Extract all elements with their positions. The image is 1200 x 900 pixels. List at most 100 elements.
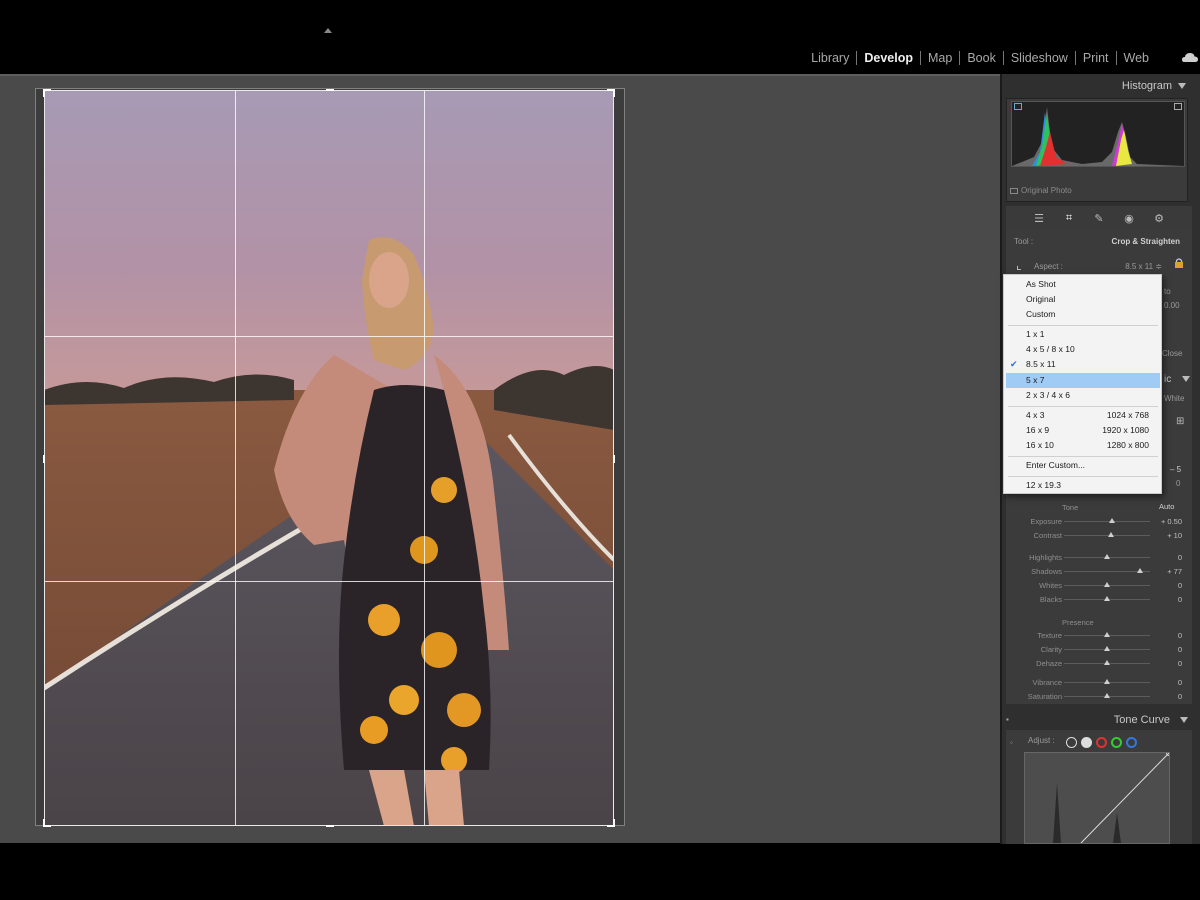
green-channel-icon[interactable]	[1111, 737, 1122, 749]
shadow-clipping-icon[interactable]	[1014, 103, 1022, 110]
crop-handle-bottom[interactable]	[326, 825, 334, 827]
slider-value[interactable]: 0	[1178, 581, 1182, 590]
slider-clarity[interactable]: Clarity 0	[1006, 644, 1192, 656]
module-slideshow[interactable]: Slideshow	[1004, 51, 1076, 65]
menu-item-custom[interactable]: Custom	[1004, 307, 1161, 322]
slider-knob[interactable]	[1104, 554, 1110, 559]
module-book[interactable]: Book	[960, 51, 1004, 65]
tone-curve-graph[interactable]	[1024, 750, 1172, 844]
menu-item-16x10[interactable]: 16 x 10 1280 x 800	[1004, 438, 1161, 453]
menu-item-5x7[interactable]: 5 x 7	[1006, 373, 1160, 388]
crop-handle-right[interactable]	[613, 455, 615, 463]
red-channel-icon[interactable]	[1096, 737, 1107, 749]
crop-grid-line	[235, 91, 236, 825]
sliders-icon[interactable]: ☰	[1032, 212, 1046, 225]
slider-knob[interactable]	[1104, 646, 1110, 651]
masking-icon[interactable]: ⚙	[1152, 212, 1166, 225]
histogram-graph[interactable]	[1011, 101, 1185, 167]
slider-value[interactable]: 0	[1178, 692, 1182, 701]
histogram-header[interactable]: Histogram	[1004, 76, 1192, 96]
slider-value[interactable]: 0	[1178, 659, 1182, 668]
slider-knob[interactable]	[1136, 568, 1143, 573]
highlight-clipping-icon[interactable]	[1174, 103, 1182, 110]
menu-item-recent-custom[interactable]: 12 x 19.3	[1004, 478, 1161, 493]
module-print[interactable]: Print	[1076, 51, 1117, 65]
crop-handle-top-left[interactable]	[43, 89, 51, 97]
slider-saturation[interactable]: Saturation 0	[1006, 691, 1192, 703]
target-adjust-icon[interactable]: ◦	[1010, 738, 1013, 747]
crop-overlay[interactable]	[43, 89, 615, 827]
slider-knob[interactable]	[1104, 693, 1110, 698]
slider-dehaze[interactable]: Dehaze 0	[1006, 658, 1192, 670]
menu-item-16x9[interactable]: 16 x 9 1920 x 1080	[1004, 423, 1161, 438]
rgb-channel-icon[interactable]	[1081, 737, 1092, 749]
slider-blacks[interactable]: Blacks 0	[1006, 594, 1192, 606]
module-web[interactable]: Web	[1117, 51, 1156, 65]
module-develop[interactable]: Develop	[857, 51, 921, 65]
slider-knob[interactable]	[1108, 532, 1115, 537]
module-library[interactable]: Library	[804, 51, 858, 65]
slider-whites[interactable]: Whites 0	[1006, 580, 1192, 592]
cloud-icon[interactable]	[1182, 53, 1198, 62]
collapse-triangle-icon[interactable]	[1178, 83, 1186, 89]
crop-handle-bottom-right[interactable]	[607, 819, 615, 827]
slider-value[interactable]: 0	[1178, 553, 1182, 562]
lock-icon[interactable]	[1174, 258, 1184, 268]
slider-highlights[interactable]: Highlights 0	[1006, 552, 1192, 564]
white-balance-partial[interactable]: White	[1164, 394, 1184, 403]
menu-item-enter-custom[interactable]: Enter Custom...	[1004, 458, 1161, 473]
slider-texture[interactable]: Texture 0	[1006, 630, 1192, 642]
slider-value[interactable]: + 0.50	[1161, 517, 1182, 526]
crop-handle-left[interactable]	[43, 455, 45, 463]
crop-handle-top-right[interactable]	[607, 89, 615, 97]
slider-knob[interactable]	[1109, 518, 1116, 523]
slider-track[interactable]	[1064, 535, 1150, 536]
aspect-select[interactable]: 8.5 x 11 ≑	[1125, 262, 1162, 271]
tone-curve-header[interactable]: ▪ Tone Curve	[1006, 710, 1192, 730]
auto-straighten-partial[interactable]: to	[1164, 287, 1171, 296]
close-crop-button[interactable]: Close	[1162, 349, 1182, 358]
collapse-triangle-icon[interactable]	[1182, 376, 1190, 382]
menu-item-1x1[interactable]: 1 x 1	[1004, 327, 1161, 342]
crop-tool-icon[interactable]: ⌗	[1062, 212, 1076, 225]
menu-item-label: 16 x 10	[1026, 440, 1054, 450]
slider-shadows[interactable]: Shadows + 77	[1006, 566, 1192, 578]
slider-knob[interactable]	[1104, 596, 1110, 601]
menu-item-4x5[interactable]: 4 x 5 / 8 x 10	[1004, 342, 1161, 357]
auto-tone-button[interactable]: Auto	[1159, 502, 1174, 511]
menu-item-as-shot[interactable]: As Shot	[1004, 277, 1161, 292]
angle-value[interactable]: 0.00	[1164, 301, 1180, 310]
crop-handle-top[interactable]	[326, 89, 334, 91]
slider-value[interactable]: 0	[1178, 645, 1182, 654]
red-eye-icon[interactable]: ◉	[1122, 212, 1136, 225]
slider-knob[interactable]	[1104, 582, 1110, 587]
slider-vibrance[interactable]: Vibrance 0	[1006, 677, 1192, 689]
slider-knob[interactable]	[1104, 679, 1110, 684]
slider-value[interactable]: 0	[1178, 631, 1182, 640]
slider-knob[interactable]	[1104, 660, 1110, 665]
panel-switch-icon[interactable]: ▪	[1006, 715, 1009, 724]
point-curve-icon[interactable]	[1066, 737, 1077, 749]
slider-exposure[interactable]: Exposure + 0.50	[1006, 516, 1192, 528]
slider-contrast[interactable]: Contrast + 10	[1006, 530, 1192, 542]
menu-item-original[interactable]: Original	[1004, 292, 1161, 307]
crop-handle-bottom-left[interactable]	[43, 819, 51, 827]
menu-item-4x3[interactable]: 4 x 3 1024 x 768	[1004, 408, 1161, 423]
slider-value[interactable]: 0	[1178, 678, 1182, 687]
slider-knob[interactable]	[1104, 632, 1110, 637]
top-panel-toggle-icon[interactable]	[324, 28, 332, 33]
menu-item-2x3[interactable]: 2 x 3 / 4 x 6	[1004, 388, 1161, 403]
module-map[interactable]: Map	[921, 51, 961, 65]
collapse-triangle-icon[interactable]	[1180, 717, 1188, 723]
slider-value[interactable]: + 10	[1167, 531, 1182, 540]
healing-brush-icon[interactable]: ✎	[1092, 212, 1106, 225]
original-photo-toggle[interactable]: Original Photo	[1010, 186, 1072, 195]
blue-channel-icon[interactable]	[1126, 737, 1137, 749]
slider-track[interactable]	[1064, 521, 1150, 522]
slider-value[interactable]: + 77	[1167, 567, 1182, 576]
crop-frame-icon[interactable]: ⌞	[1016, 258, 1022, 272]
tool-name: Crop & Straighten	[1111, 237, 1180, 246]
menu-item-8.5x11-row[interactable]: ✔ 8.5 x 11	[1004, 357, 1161, 372]
grid-view-icon[interactable]: ⊞	[1176, 416, 1184, 427]
slider-value[interactable]: 0	[1178, 595, 1182, 604]
